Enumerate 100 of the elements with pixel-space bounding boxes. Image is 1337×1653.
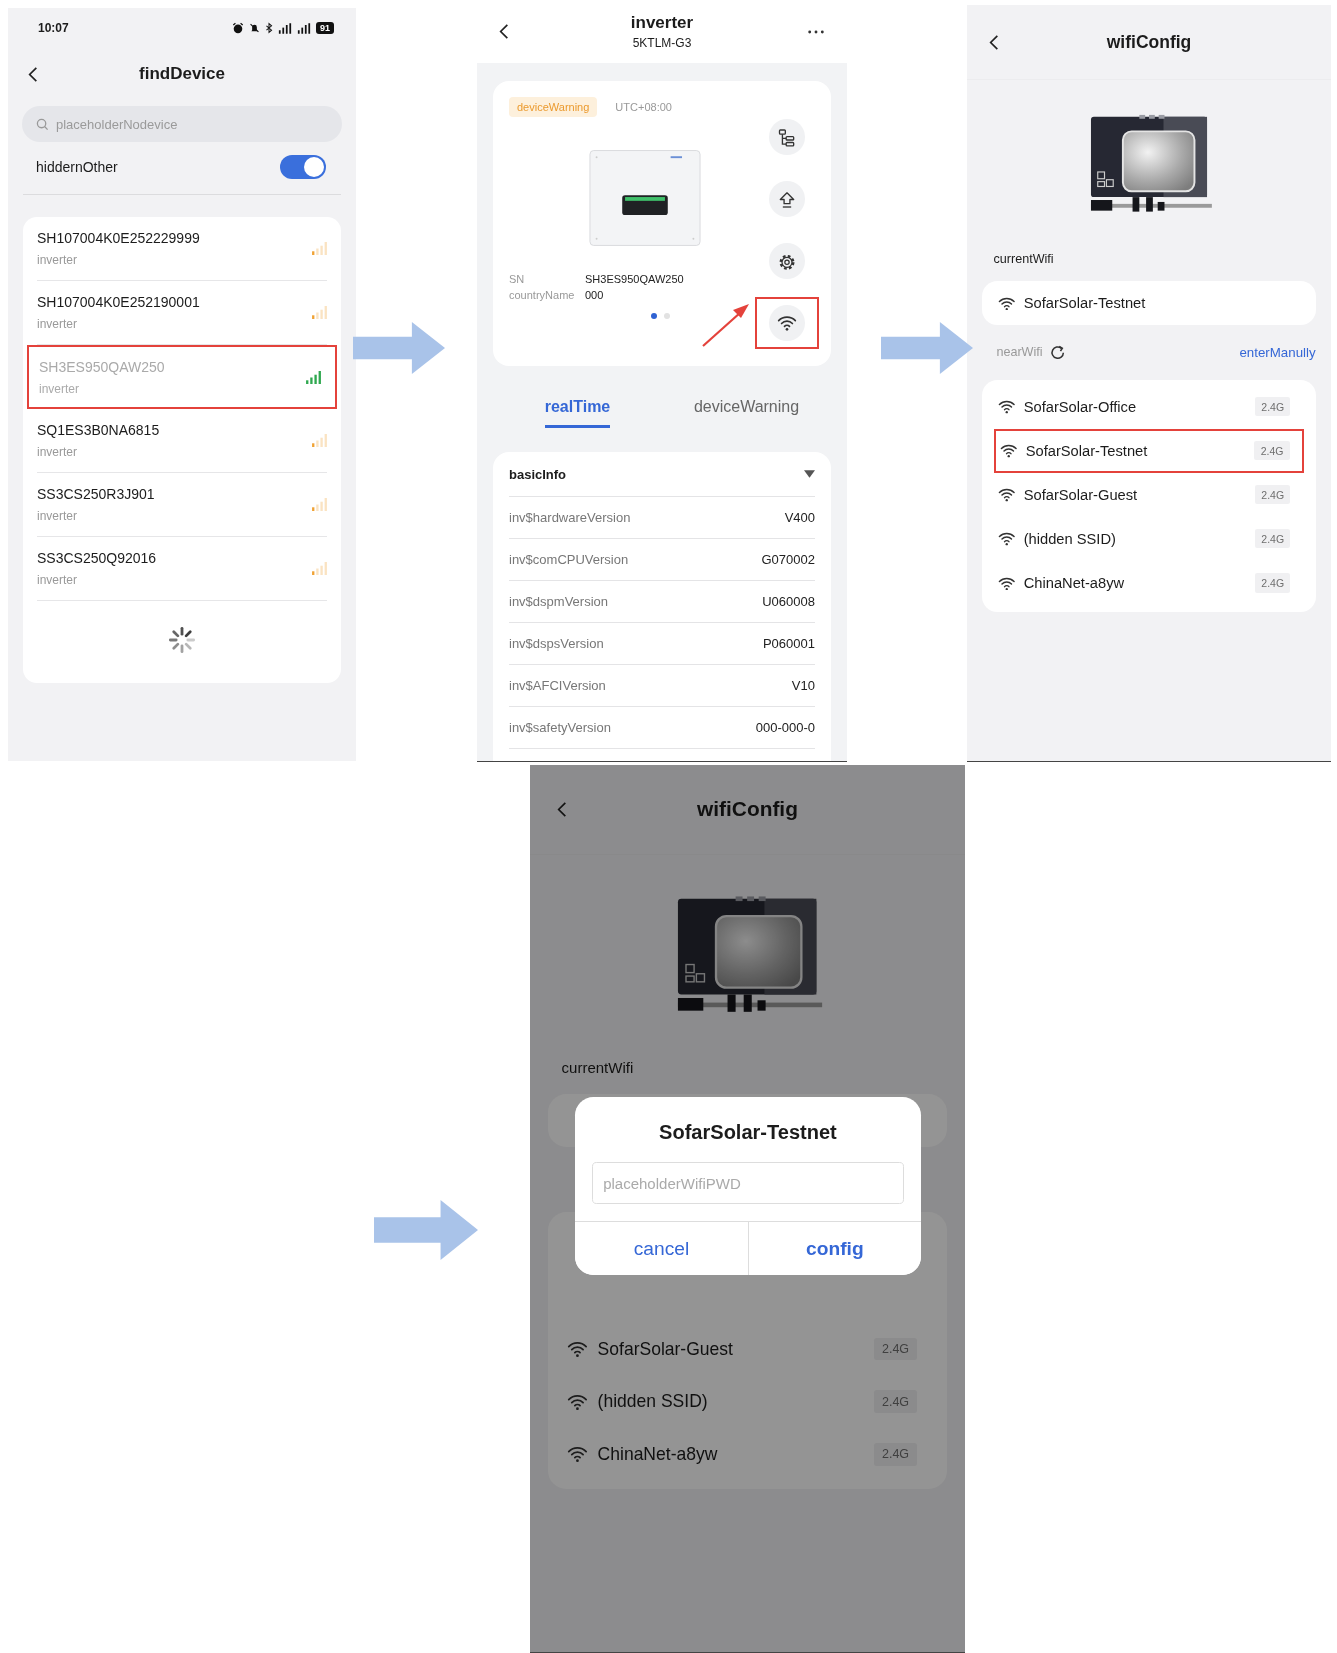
wifi-icon (566, 1392, 588, 1411)
wifi-icon (997, 575, 1016, 591)
back-icon[interactable] (499, 23, 509, 40)
wifi-network-item[interactable]: SofarSolar-Testnet 2.4G (993, 428, 1305, 473)
section-title: basicInfo (509, 466, 567, 482)
device-item[interactable]: SH107004K0E252190001 inverter (37, 281, 327, 345)
wifi-network-item[interactable]: ChinaNet-a8yw 2.4G (997, 560, 1301, 605)
info-label: inv$dspsVersion (509, 636, 604, 651)
device-type: inverter (39, 381, 80, 396)
info-label: inv$safetyVersion (509, 720, 611, 735)
band-badge: 2.4G (1255, 529, 1291, 549)
alarm-icon (232, 22, 244, 34)
device-item[interactable]: SQ1ES3B0NA6815 inverter (37, 409, 327, 473)
mute-icon (249, 22, 260, 34)
page-dot[interactable] (663, 313, 670, 319)
wifi-network-item[interactable]: (hidden SSID) 2.4G (997, 516, 1301, 561)
signal-icon (312, 498, 327, 511)
info-label: inv$hardwareVersion (509, 510, 631, 525)
band-badge: 2.4G (1254, 440, 1290, 461)
cellular-signal-icon (297, 22, 311, 34)
device-item[interactable]: SH107004K0E252229999 inverter (37, 217, 327, 281)
field-label: countryName (509, 289, 576, 301)
device-serial: SQ1ES3B0NA6815 (37, 422, 160, 438)
wifi-network-item[interactable]: SofarSolar-Guest 2.4G (566, 1322, 929, 1376)
device-item[interactable]: SS3CS250R3J901 inverter (37, 473, 327, 537)
wifi-icon (777, 313, 797, 333)
info-value: V10 (791, 678, 815, 693)
wifi-network-item[interactable]: SofarSolar-Office 2.4G (997, 384, 1301, 429)
network-name: SofarSolar-Testnet (1023, 294, 1146, 311)
band-badge: 2.4G (874, 1337, 917, 1361)
search-field[interactable]: placeholderNodevice (22, 106, 342, 142)
toggle-switch[interactable] (280, 155, 326, 179)
screen-title: wifiConfig (1105, 31, 1193, 53)
more-icon (807, 28, 825, 35)
info-value: G070002 (761, 552, 815, 567)
device-type: inverter (37, 253, 78, 267)
network-name: ChinaNet-a8yw (1023, 574, 1126, 591)
wifi-icon (566, 1340, 588, 1358)
section-label: currentWifi (992, 251, 1055, 268)
upload-icon (777, 189, 797, 209)
device-type: inverter (37, 509, 78, 523)
info-value: U060008 (762, 594, 815, 609)
cellular-signal-icon (278, 22, 292, 34)
back-icon[interactable] (28, 65, 38, 83)
band-badge: 2.4G (1255, 396, 1291, 417)
network-name: SofarSolar-Guest (1023, 486, 1139, 503)
tab[interactable]: deviceWarning (693, 388, 800, 428)
band-badge: 2.4G (874, 1390, 917, 1413)
upload-button[interactable] (769, 181, 805, 217)
wifi-icon (997, 295, 1016, 311)
caret-icon[interactable] (804, 470, 815, 478)
info-value: 000-000-0 (755, 720, 815, 735)
info-label: inv$dspmVersion (509, 594, 608, 609)
device-item[interactable]: SS3CS250Q92016 inverter (37, 537, 327, 601)
page-dot[interactable] (650, 313, 657, 319)
tab[interactable]: realTime (544, 388, 611, 428)
bluetooth-icon (265, 22, 273, 34)
refresh-icon (1049, 344, 1065, 360)
signal-icon (312, 434, 327, 447)
confirm-button[interactable]: config (747, 1222, 921, 1276)
toggle-label: hiddernOther (36, 159, 118, 175)
section-label: currentWifi (560, 1059, 635, 1078)
band-badge: 2.4G (874, 1442, 917, 1466)
signal-icon (312, 306, 327, 319)
wifi-icon (566, 1445, 588, 1463)
status-time: 10:07 (38, 21, 69, 35)
screen-subtitle: 5KTLM-G3 (632, 36, 692, 50)
screen-title: findDevice (138, 64, 226, 84)
network-name: SofarSolar-Testnet (1025, 442, 1149, 459)
network-name: SofarSolar-Guest (597, 1338, 734, 1360)
wifi-icon (999, 443, 1018, 458)
password-field[interactable]: placeholderWifiPWD (591, 1162, 905, 1205)
settings-button[interactable] (769, 243, 805, 279)
band-badge: 2.4G (1255, 573, 1291, 593)
network-name: (hidden SSID) (597, 1391, 709, 1413)
dialog-title: SofarSolar-Testnet (658, 1120, 838, 1146)
timezone-label: UTC+08:00 (615, 101, 672, 113)
field-value: 000 (585, 289, 604, 301)
wifi-button[interactable] (769, 305, 805, 341)
signal-icon (306, 370, 321, 384)
device-type: inverter (37, 317, 78, 331)
wifi-network-item[interactable]: (hidden SSID) 2.4G (566, 1375, 929, 1428)
section-label: nearWifi (996, 345, 1043, 360)
manual-entry-link[interactable]: enterManully (1239, 344, 1316, 360)
device-serial: SH107004K0E252190001 (37, 294, 200, 310)
wifi-network-item[interactable]: ChinaNet-a8yw 2.4G (566, 1427, 929, 1481)
signal-icon (312, 242, 327, 255)
info-label: inv$AFCIVersion (509, 678, 606, 693)
info-label: inv$comCPUVersion (509, 552, 629, 567)
network-name: ChinaNet-a8yw (597, 1443, 719, 1465)
tree-icon (777, 127, 797, 147)
info-value: V400 (784, 510, 815, 525)
wifi-icon (997, 487, 1016, 503)
screen-title: wifiConfig (696, 797, 799, 822)
network-name: SofarSolar-Office (1023, 398, 1138, 415)
back-icon[interactable] (989, 33, 1000, 51)
tree-button[interactable] (769, 119, 805, 155)
wifi-network-item[interactable]: SofarSolar-Guest 2.4G (997, 472, 1301, 517)
screen-title: inverter (630, 13, 694, 33)
device-serial: SH107004K0E252229999 (37, 230, 200, 246)
